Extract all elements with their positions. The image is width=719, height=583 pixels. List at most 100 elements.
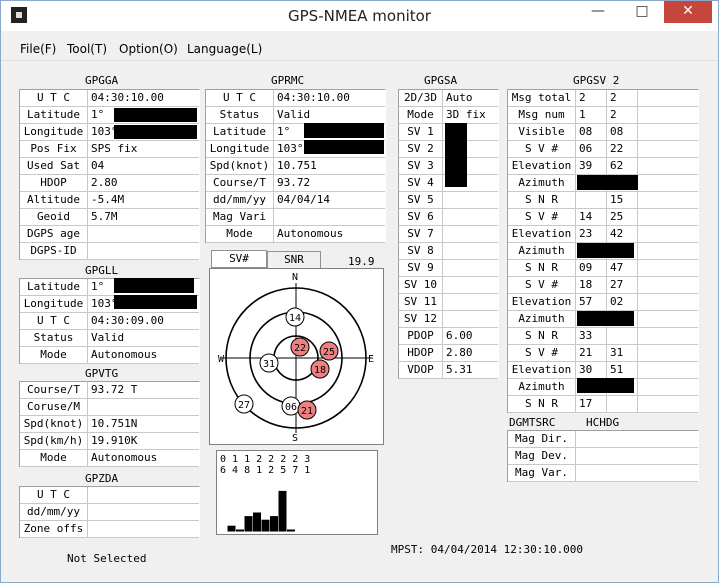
gpgsa-value [443, 294, 498, 310]
snr-bar [236, 529, 244, 532]
gpgsa-row: 2D/3D Auto [399, 90, 498, 107]
tab-sv[interactable]: SV# [211, 250, 267, 268]
gpgsv-label: S N R [508, 396, 576, 412]
gpgsv-value: 2 [576, 90, 607, 106]
gpvtg-label: Mode [20, 450, 88, 466]
dgmtsrc-label: Mag Dev. [508, 448, 576, 464]
gpgsa-row: SV 6 [399, 209, 498, 226]
gpzda-label: dd/mm/yy [20, 504, 88, 520]
gpvtg-label: Course/T [20, 382, 88, 398]
gpgsv-value: 51 [607, 362, 638, 378]
title-bar: GPS-NMEA monitor — □ ✕ [1, 1, 718, 31]
satellite-label: 27 [238, 400, 250, 411]
gpgsv-value: 27 [607, 277, 638, 293]
gpgga-label: HDOP [20, 175, 88, 191]
gpgsv-row: S V #14 25 [508, 209, 698, 226]
snr-bar [278, 490, 287, 532]
gpgga-row: Geoid 5.7M [20, 209, 199, 226]
gpvtg-row: Coruse/M [20, 399, 199, 416]
gpgsv-label: S V # [508, 141, 576, 157]
redaction-block [577, 378, 634, 393]
minimize-button[interactable]: — [576, 1, 620, 23]
tab-snr[interactable]: SNR [267, 251, 321, 269]
redaction-block [577, 311, 634, 326]
gpgsa-row: SV 9 [399, 260, 498, 277]
gpgll-label: Latitude [20, 279, 88, 295]
menu-option[interactable]: Option(O) [119, 42, 178, 56]
gpgsv-row: S V #21 31 [508, 345, 698, 362]
dgmtsrc-value [576, 465, 698, 481]
gpgsa-value: 3D fix [446, 108, 486, 121]
gpgsv-value: 1 [576, 107, 607, 123]
gpgsv-row: S N R 09 47 [508, 260, 698, 277]
gprmc-label: Longitude [206, 141, 274, 157]
gpgsa-label: VDOP [399, 362, 443, 378]
gpvtg-value: 10.751N [91, 417, 138, 430]
gpzda-row: U T C [20, 487, 199, 504]
gpgsa-label: SV 10 [399, 277, 443, 293]
maximize-button[interactable]: □ [620, 1, 664, 23]
gpgga-value [88, 243, 199, 259]
gpzda-row: dd/mm/yy [20, 504, 199, 521]
gpgsv-label: S N R [508, 192, 576, 208]
gpgsa-row: SV 10 [399, 277, 498, 294]
gpgsv-row: Visible 08 08 [508, 124, 698, 141]
gpgsv-row: Elevation 57 02 [508, 294, 698, 311]
sky-view-panel: N S E W 14 22 25 18 31 27 06 21 [209, 268, 384, 445]
satellite-label: 06 [285, 402, 297, 413]
dgmtsrc-table: Mag Dir. Mag Dev. Mag Var. [507, 430, 699, 482]
gpgsv-value: 15 [607, 192, 638, 208]
sky-plot: N S E W 14 22 25 18 31 27 06 21 [218, 272, 374, 444]
gpgga-label: Longitude [20, 124, 88, 140]
gpgll-value: Autonomous [91, 348, 158, 361]
menu-file[interactable]: File(F) [20, 42, 56, 56]
gpgsa-row: VDOP 5.31 [399, 362, 498, 379]
gpgsv-value: 08 [576, 124, 607, 140]
close-button[interactable]: ✕ [664, 1, 712, 23]
gpgsa-label: PDOP [399, 328, 443, 344]
gpgsa-label: SV 2 [399, 141, 443, 157]
menu-tool[interactable]: Tool(T) [67, 42, 107, 56]
gpgsa-label: SV 9 [399, 260, 443, 276]
gpgll-label: Status [20, 330, 88, 346]
compass-n: N [292, 272, 298, 283]
gpgga-row: U T C 04:30:10.00 [20, 90, 199, 107]
gprmc-table: U T C 04:30:10.00 Status Valid Latitude 1° Lon… [205, 89, 386, 243]
menu-language[interactable]: Language(L) [187, 42, 262, 56]
gpzda-value [88, 487, 199, 503]
satellite-label: 21 [301, 406, 313, 417]
satellite-label: 22 [294, 343, 306, 354]
gpvtg-row: Spd(km/h) 19.910K [20, 433, 199, 450]
gprmc-label: dd/mm/yy [206, 192, 274, 208]
gpgll-row: U T C 04:30:09.00 [20, 313, 199, 330]
gpvtg-value: 19.910K [91, 434, 138, 447]
gprmc-row: Spd(knot) 10.751 [206, 158, 385, 175]
gpvtg-row: Mode Autonomous [20, 450, 199, 467]
gpgsa-title: GPGSA [424, 74, 458, 87]
compass-e: E [368, 354, 374, 365]
gpzda-label: U T C [20, 487, 88, 503]
gpgsv-value: 62 [607, 158, 638, 174]
gpzda-title: GPZDA [85, 472, 119, 485]
status-left: Not Selected [67, 552, 147, 565]
gpgsa-value [443, 209, 498, 225]
gpgsv-value: 33 [576, 328, 607, 344]
redaction-block [577, 175, 638, 190]
gpgsa-label: SV 8 [399, 243, 443, 259]
gpgga-value: 2.80 [91, 176, 118, 189]
gpgsv-value: 31 [607, 345, 638, 361]
gpgga-label: Altitude [20, 192, 88, 208]
gpgsv-row: Elevation 23 42 [508, 226, 698, 243]
gprmc-row: Mode Autonomous [206, 226, 385, 243]
gpgll-label: Longitude [20, 296, 88, 312]
gpvtg-label: Coruse/M [20, 399, 88, 415]
gpgsv-label: Msg total [508, 90, 576, 106]
gprmc-label: Latitude [206, 124, 274, 140]
gpgsv-label: S V # [508, 209, 576, 225]
gpgsa-row: HDOP 2.80 [399, 345, 498, 362]
gpvtg-title: GPVTG [85, 367, 119, 380]
gpgsv-label: Elevation [508, 294, 576, 310]
gpgsv-label: S V # [508, 277, 576, 293]
gpgsa-row: SV 12 [399, 311, 498, 328]
gpgll-row: Status Valid [20, 330, 199, 347]
